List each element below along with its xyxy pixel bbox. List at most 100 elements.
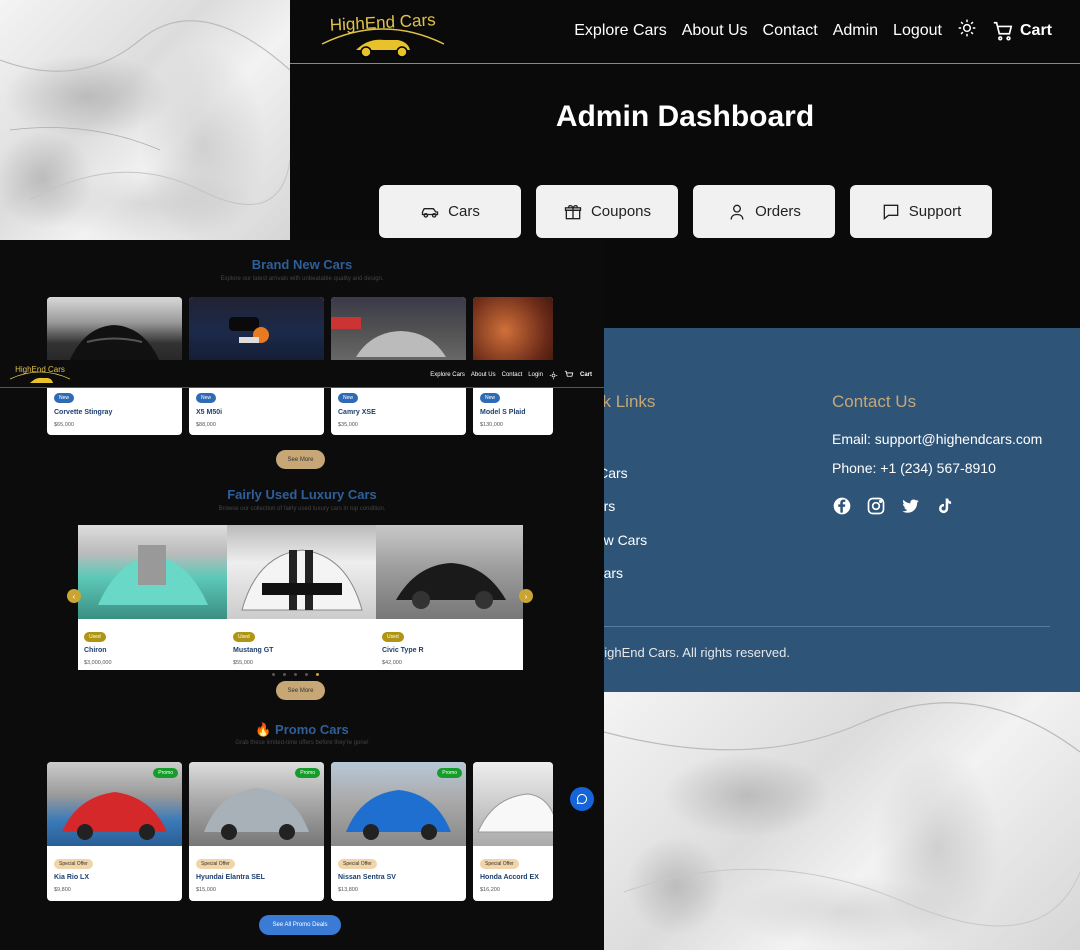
promo-card-sentra[interactable]: Promo Special Offer Nissan Sentra SV $13… — [331, 762, 466, 901]
carousel-dot[interactable] — [305, 673, 308, 676]
mini-brand-logo-text: HighEnd Cars — [15, 365, 65, 374]
chat-button[interactable] — [570, 787, 594, 811]
home-page-preview: Brand New Cars Explore our latest arriva… — [0, 240, 604, 950]
theme-toggle-sun-icon[interactable] — [957, 18, 977, 43]
contact-phone[interactable]: Phone: +1 (234) 567-8910 — [832, 460, 996, 476]
footer-divider — [584, 626, 1050, 627]
mini-nav-explore-cars[interactable]: Explore Cars — [430, 372, 465, 378]
car-price: $35,000 — [338, 422, 358, 428]
car-name: X5 M50i — [196, 409, 223, 416]
chat-bubble-icon — [576, 793, 588, 805]
page-title: Admin Dashboard — [555, 100, 815, 133]
cart-button[interactable]: Cart — [992, 20, 1052, 42]
car-price: $13,800 — [338, 887, 358, 893]
used-see-more-button[interactable]: See More — [276, 681, 325, 700]
used-car-slide-mustang[interactable]: Used Mustang GT $55,000 — [227, 525, 376, 670]
tab-cars[interactable]: Cars — [379, 185, 521, 238]
new-badge: New — [54, 393, 75, 403]
nav-contact[interactable]: Contact — [763, 22, 818, 40]
brand-new-see-more-button[interactable]: See More — [276, 450, 325, 469]
nav-about-us[interactable]: About Us — [682, 22, 748, 40]
carousel-dots — [272, 673, 319, 676]
used-car-slide-civic[interactable]: Used Civic Type R $42,000 — [376, 525, 523, 670]
carousel-dot[interactable] — [283, 673, 286, 676]
brand-new-subtitle: Explore our latest arrivals with unbeata… — [220, 276, 384, 282]
mini-nav-login[interactable]: Login — [528, 372, 543, 378]
mini-brand-logo[interactable]: HighEnd Cars — [8, 361, 72, 387]
special-offer-badge: Special Offer — [338, 859, 377, 869]
tab-support-label: Support — [908, 203, 962, 220]
mini-cart-icon[interactable] — [564, 370, 574, 380]
used-subtitle: Browse our collection of fairly used lux… — [218, 506, 386, 512]
promo-card-accord[interactable]: Special Offer Honda Accord EX $16,200 — [473, 762, 553, 901]
promo-title-text: Promo Cars — [275, 722, 349, 737]
cart-label: Cart — [1019, 21, 1052, 39]
tab-coupons-label: Coupons — [590, 203, 652, 220]
nav-explore-cars[interactable]: Explore Cars — [574, 22, 666, 40]
carousel-dot[interactable] — [272, 673, 275, 676]
promo-card-elantra[interactable]: Promo Special Offer Hyundai Elantra SEL … — [189, 762, 324, 901]
car-price: $42,000 — [382, 660, 402, 666]
mini-nav-about-us[interactable]: About Us — [471, 372, 496, 378]
car-name: Camry XSE — [338, 409, 376, 416]
footer-copyright: 5 HighEnd Cars. All rights reserved. — [584, 645, 790, 660]
carousel-prev-button[interactable]: ‹ — [67, 589, 81, 603]
chevron-right-icon: › — [524, 591, 528, 601]
car-price: $9,800 — [54, 887, 71, 893]
car-price: $65,000 — [54, 422, 74, 428]
car-price: $15,000 — [196, 887, 216, 893]
carousel-dot-active[interactable] — [316, 673, 319, 676]
site-footer: ck Links ne ore Cars d Cars d New Cars n… — [574, 328, 1080, 692]
marble-background-bottom-right — [604, 692, 1080, 950]
gift-icon — [564, 204, 582, 219]
car-price: $130,000 — [480, 422, 503, 428]
car-price: $88,000 — [196, 422, 216, 428]
car-photo — [227, 525, 376, 619]
twitter-icon[interactable] — [900, 496, 920, 516]
mini-nav-contact[interactable]: Contact — [502, 372, 523, 378]
special-offer-badge: Special Offer — [196, 859, 235, 869]
car-price: $55,000 — [233, 660, 253, 666]
promo-title: 🔥 Promo Cars — [0, 722, 604, 738]
nav-admin[interactable]: Admin — [833, 22, 878, 40]
mini-cart-label[interactable]: Cart — [580, 372, 592, 378]
mini-navbar: HighEnd Cars Explore Cars About Us Conta… — [0, 360, 604, 388]
used-badge: Used — [84, 632, 106, 642]
tab-coupons[interactable]: Coupons — [536, 185, 678, 238]
new-badge: New — [480, 393, 501, 403]
car-icon — [421, 207, 439, 218]
facebook-icon[interactable] — [832, 496, 852, 516]
brand-new-title: Brand New Cars — [251, 257, 353, 272]
instagram-icon[interactable] — [866, 496, 886, 516]
special-offer-badge: Special Offer — [54, 859, 93, 869]
marble-background-top-left — [0, 0, 290, 240]
tab-orders-label: Orders — [755, 203, 801, 220]
car-name: Mustang GT — [233, 647, 274, 654]
new-badge: New — [196, 393, 217, 403]
used-badge: Used — [233, 632, 255, 642]
brand-logo[interactable]: HighEnd Cars — [318, 4, 448, 60]
see-all-promo-button[interactable]: See All Promo Deals — [259, 915, 341, 935]
car-price: $16,200 — [480, 887, 500, 893]
mini-theme-sun-icon[interactable] — [549, 371, 558, 380]
tab-orders[interactable]: Orders — [693, 185, 835, 238]
car-photo — [376, 525, 523, 619]
tab-support[interactable]: Support — [850, 185, 992, 238]
car-name: Chiron — [84, 647, 107, 654]
nav-logout[interactable]: Logout — [893, 22, 942, 40]
used-car-slide-chiron[interactable]: Used Chiron $3,000,000 — [78, 525, 227, 670]
carousel-dot[interactable] — [294, 673, 297, 676]
tiktok-icon[interactable] — [934, 496, 954, 516]
car-name: Honda Accord EX — [480, 874, 539, 881]
message-icon — [883, 204, 899, 220]
chevron-left-icon: ‹ — [72, 591, 76, 601]
car-name: Model S Plaid — [480, 409, 526, 416]
tab-cars-label: Cars — [448, 203, 480, 220]
carousel-next-button[interactable]: › — [519, 589, 533, 603]
used-badge: Used — [382, 632, 404, 642]
promo-tag: Promo — [295, 768, 320, 778]
promo-card-kia[interactable]: Promo Special Offer Kia Rio LX $9,800 — [47, 762, 182, 901]
new-badge: New — [338, 393, 359, 403]
user-icon — [730, 204, 744, 220]
contact-email[interactable]: Email: support@highendcars.com — [832, 431, 1042, 447]
